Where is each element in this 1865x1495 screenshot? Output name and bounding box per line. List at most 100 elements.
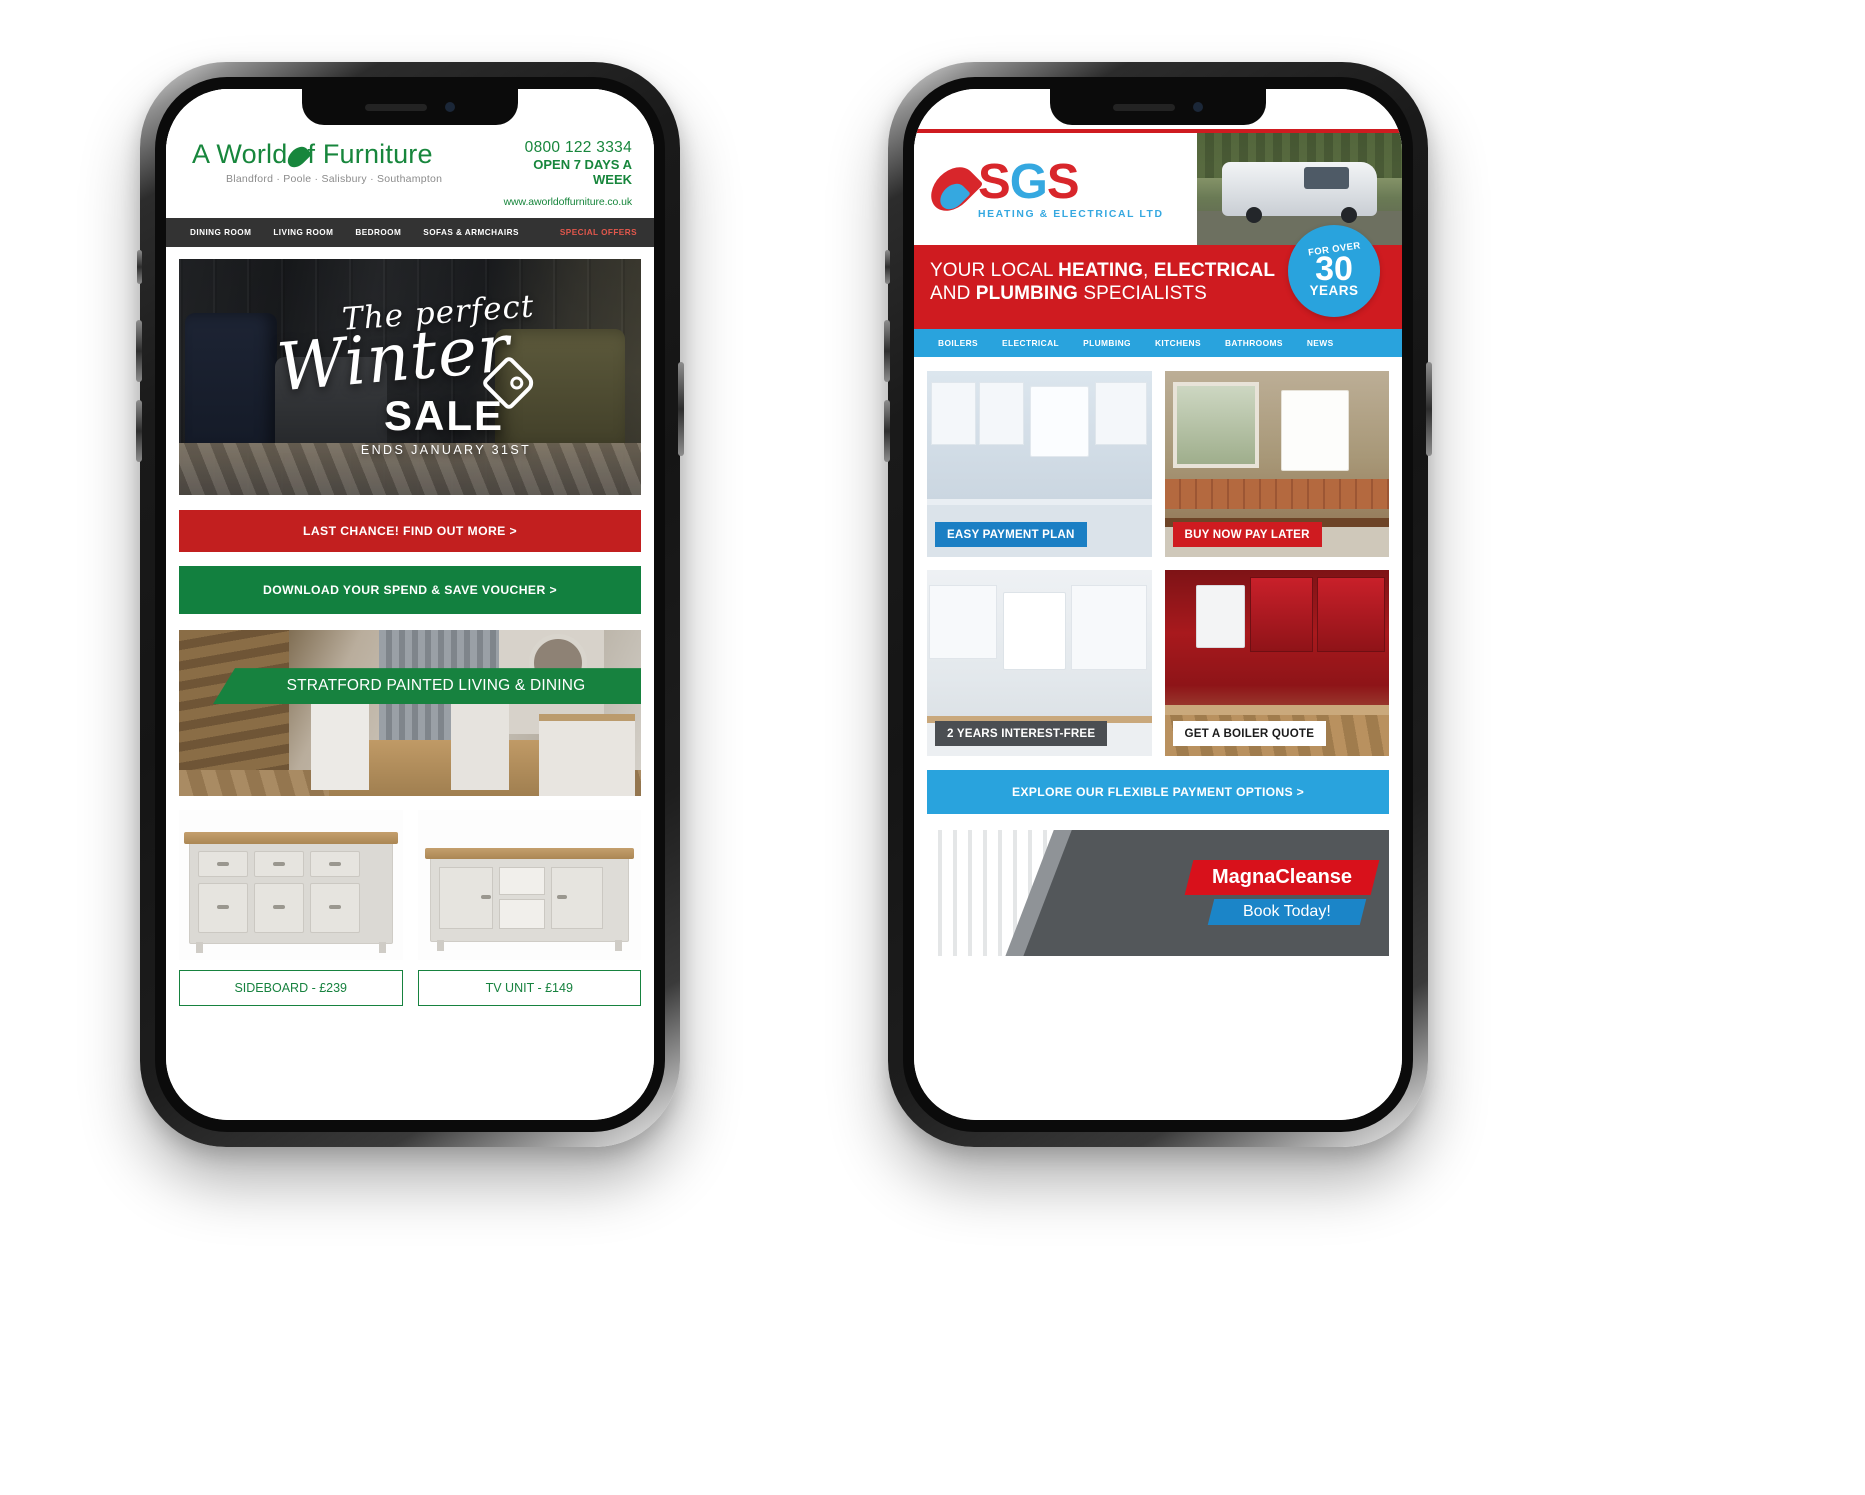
awof-logo-text-2: f Furniture <box>307 139 433 169</box>
magnacleanse-book-text: Book Today! <box>1243 903 1331 920</box>
earpiece-speaker-icon <box>1113 103 1175 111</box>
van-wheel <box>1246 206 1263 223</box>
magnacleanse-promo-banner[interactable]: MagnaCleanse Book Today! <box>927 830 1389 956</box>
nav-item-living-room[interactable]: LIVING ROOM <box>262 228 344 237</box>
product-card-sideboard[interactable]: SIDEBOARD - £239 <box>179 810 403 1007</box>
phone-bezel: A World f Furniture Blandford · Poole · … <box>155 77 665 1132</box>
hero-line-end-date: ENDS JANUARY 31ST <box>360 442 532 457</box>
phone-mockup-left: A World f Furniture Blandford · Poole · … <box>136 62 684 1147</box>
phone-volume-down-button[interactable] <box>136 400 142 462</box>
screenshot-stage: A World f Furniture Blandford · Poole · … <box>0 0 1865 1495</box>
magnacleanse-book-ribbon[interactable]: Book Today! <box>1207 899 1367 925</box>
awof-store-locations: Blandford · Poole · Salisbury · Southamp… <box>226 173 443 185</box>
phone-screen-right: SGS HEATING & ELECTRICAL LTD YOUR LOCAL … <box>914 89 1402 1120</box>
nav-item-sofas-armchairs[interactable]: SOFAS & ARMCHAIRS <box>412 228 530 237</box>
red-wall-unit <box>1317 577 1385 652</box>
phone-screen-left: A World f Furniture Blandford · Poole · … <box>166 89 654 1120</box>
sgs-letters: SGS <box>978 154 1079 209</box>
nav-item-electrical[interactable]: ELECTRICAL <box>990 338 1071 348</box>
wall-mounted-boiler <box>1281 389 1349 472</box>
sideboard-knob <box>273 862 285 867</box>
nav-item-bedroom[interactable]: BEDROOM <box>344 228 412 237</box>
phone-mockup-right: SGS HEATING & ELECTRICAL LTD YOUR LOCAL … <box>884 62 1432 1147</box>
stratford-room-photo <box>179 630 641 797</box>
band-text-plumbing: PLUMBING <box>975 283 1078 305</box>
nav-item-bathrooms[interactable]: BATHROOMS <box>1213 338 1295 348</box>
sideboard-knob <box>217 905 229 910</box>
tile-buy-now-pay-later[interactable]: BUY NOW PAY LATER <box>1164 371 1389 557</box>
phone-notch <box>1050 89 1266 125</box>
nav-item-kitchens[interactable]: KITCHENS <box>1143 338 1213 348</box>
sgs-navigation-bar: BOILERS ELECTRICAL PLUMBING KITCHENS BAT… <box>914 329 1402 357</box>
stratford-range-banner[interactable]: STRATFORD PAINTED LIVING & DINING <box>179 630 641 797</box>
sgs-logo[interactable]: SGS HEATING & ELECTRICAL LTD <box>914 133 1197 245</box>
badge-years-label: YEARS <box>1309 283 1359 299</box>
van-windscreen <box>1303 166 1349 189</box>
hero-text-block: The perfect Winter SALE ENDS JANUARY 31S… <box>179 259 641 495</box>
nav-item-boilers[interactable]: BOILERS <box>926 338 990 348</box>
phone-mute-switch[interactable] <box>885 250 890 284</box>
product-grid: SIDEBOARD - £239 TV UNIT - £149 <box>179 810 641 1007</box>
product-card-tv-unit[interactable]: TV UNIT - £149 <box>417 810 641 1007</box>
sgs-email-body: EASY PAYMENT PLAN BUY NOW PAY LATER 2 YE… <box>914 357 1402 956</box>
tv-unit-knob <box>556 895 567 900</box>
tile-label-2-years-interest-free[interactable]: 2 YEARS INTEREST-FREE <box>935 721 1108 746</box>
sideboard-price-button[interactable]: SIDEBOARD - £239 <box>179 970 403 1007</box>
stratford-banner-label: STRATFORD PAINTED LIVING & DINING <box>213 668 641 705</box>
front-camera-icon <box>445 102 455 112</box>
awof-navigation-bar: DINING ROOM LIVING ROOM BEDROOM SOFAS & … <box>166 218 654 248</box>
awof-phone-number[interactable]: 0800 122 3334 <box>504 139 632 157</box>
nav-item-special-offers[interactable]: SPECIAL OFFERS <box>549 228 641 237</box>
earpiece-speaker-icon <box>365 103 427 111</box>
phone-mute-switch[interactable] <box>137 250 142 284</box>
stratford-side-cabinet <box>539 714 635 797</box>
phone-volume-down-button[interactable] <box>884 400 890 462</box>
band-text-comma: , <box>1142 260 1154 281</box>
tile-2-years-interest-free[interactable]: 2 YEARS INTEREST-FREE <box>927 570 1152 756</box>
nav-item-plumbing[interactable]: PLUMBING <box>1071 338 1143 348</box>
tile-label-get-a-boiler-quote[interactable]: GET A BOILER QUOTE <box>1172 721 1327 746</box>
nav-item-news[interactable]: NEWS <box>1295 338 1346 348</box>
tile-label-easy-payment-plan[interactable]: EASY PAYMENT PLAN <box>935 522 1087 547</box>
explore-payment-options-button[interactable]: EXPLORE OUR FLEXIBLE PAYMENT OPTIONS > <box>927 770 1389 814</box>
sgs-tagline: HEATING & ELECTRICAL LTD <box>978 208 1164 220</box>
phone-volume-up-button[interactable] <box>136 320 142 382</box>
sgs-specialists-band: YOUR LOCAL HEATING, ELECTRICAL AND PLUMB… <box>914 225 1402 329</box>
kitchen-cabinet <box>929 584 997 660</box>
tv-unit-shelf <box>498 867 545 896</box>
last-chance-button[interactable]: LAST CHANCE! FIND OUT MORE > <box>179 510 641 553</box>
nav-item-dining-room[interactable]: DINING ROOM <box>179 228 262 237</box>
phone-bezel: SGS HEATING & ELECTRICAL LTD YOUR LOCAL … <box>903 77 1413 1132</box>
wall-mounted-boiler <box>1030 385 1089 457</box>
band-text-electrical: ELECTRICAL <box>1153 260 1276 281</box>
awof-website-url[interactable]: www.aworldoffurniture.co.uk <box>504 196 633 208</box>
sideboard-knob <box>329 905 341 910</box>
sideboard-knob <box>273 905 285 910</box>
sideboard-product-image <box>179 810 403 961</box>
tile-get-a-boiler-quote[interactable]: GET A BOILER QUOTE <box>1164 570 1389 756</box>
tile-label-buy-now-pay-later[interactable]: BUY NOW PAY LATER <box>1172 522 1322 547</box>
tile-easy-payment-plan[interactable]: EASY PAYMENT PLAN <box>927 371 1152 557</box>
sideboard-knob <box>329 862 341 867</box>
flame-icon <box>922 158 984 220</box>
aworldoffurniture-email-page: A World f Furniture Blandford · Poole · … <box>166 89 654 1120</box>
tv-unit-price-button[interactable]: TV UNIT - £149 <box>417 970 641 1007</box>
awof-logo-text-1: A World <box>192 139 288 169</box>
phone-power-button[interactable] <box>678 362 684 456</box>
wall-mounted-boiler <box>1003 592 1067 671</box>
phone-power-button[interactable] <box>1426 362 1432 456</box>
download-voucher-button[interactable]: DOWNLOAD YOUR SPEND & SAVE VOUCHER > <box>179 566 641 615</box>
kitchen-cabinet <box>1070 584 1147 671</box>
sgs-van-photo <box>1197 133 1402 245</box>
tv-unit-knob <box>480 895 491 900</box>
red-wall-unit <box>1249 577 1313 652</box>
winter-sale-hero-banner[interactable]: The perfect Winter SALE ENDS JANUARY 31S… <box>179 259 641 496</box>
kitchen-cabinet <box>1095 382 1147 446</box>
tv-unit-shelf <box>498 899 545 930</box>
awof-logo[interactable]: A World f Furniture Blandford · Poole · … <box>182 135 443 186</box>
tv-unit-product-image <box>417 810 641 961</box>
phone-volume-up-button[interactable] <box>884 320 890 382</box>
magnacleanse-name-text: MagnaCleanse <box>1211 866 1353 888</box>
magnacleanse-name-ribbon: MagnaCleanse <box>1184 860 1380 895</box>
magnacleanse-badge: MagnaCleanse Book Today! <box>1184 860 1380 925</box>
